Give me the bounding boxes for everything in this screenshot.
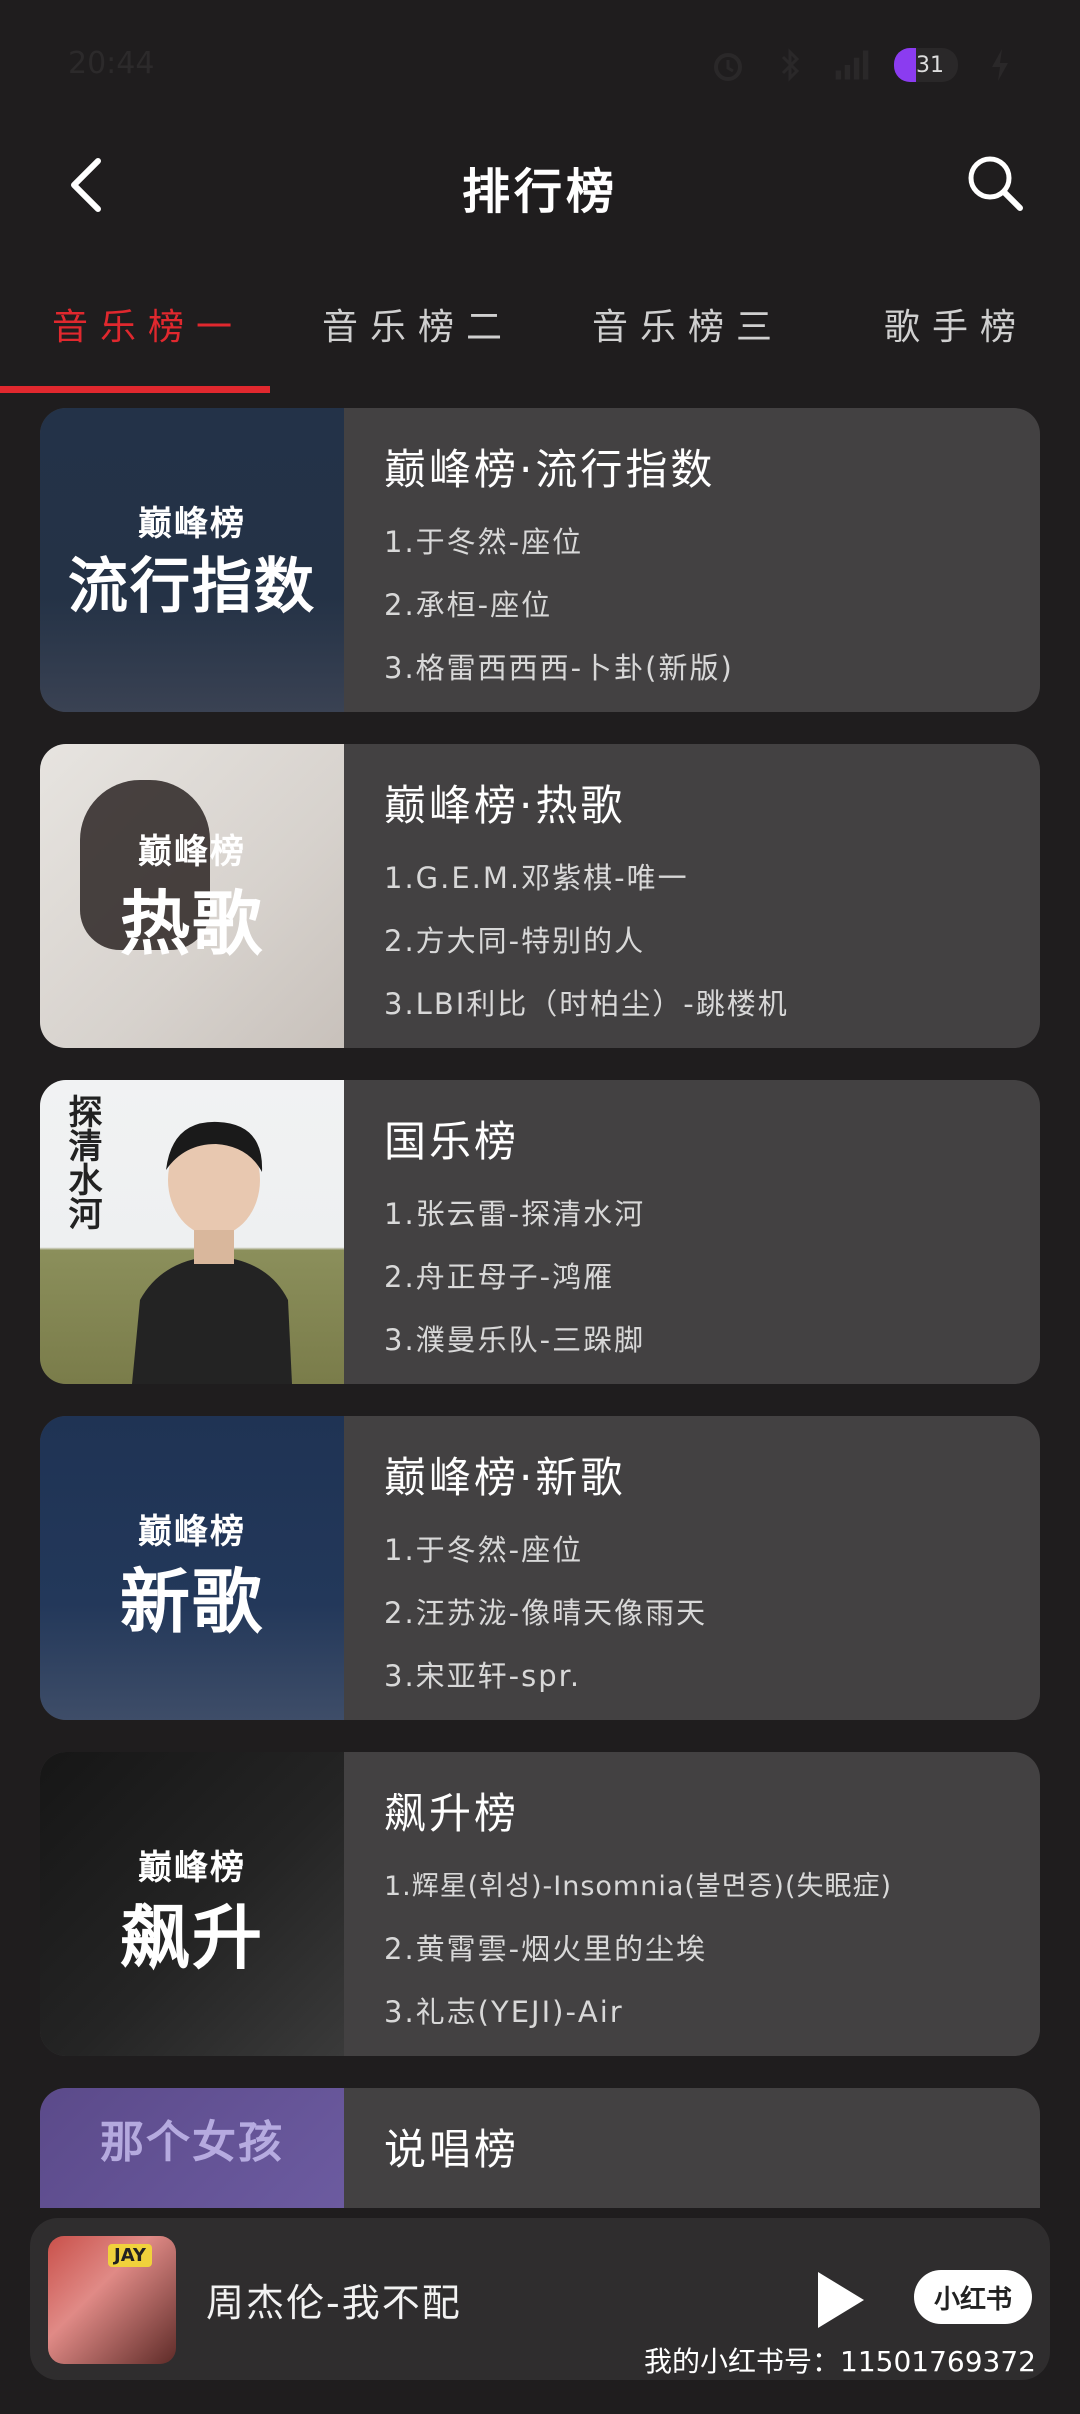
player-cover: JAY (48, 2236, 176, 2364)
chart-song: 1.辉星(휘성)-Insomnia(불면증)(失眠症) (384, 1871, 893, 1902)
battery-indicator: 31 (894, 48, 958, 82)
chart-cover: 那个女孩 (40, 2088, 344, 2208)
chart-song: 2.承桓-座位 (384, 588, 553, 622)
chart-song: 1.于冬然-座位 (384, 525, 584, 559)
chart-title: 说唱榜 (384, 2125, 520, 2174)
chart-song: 3.礼志(YEJI)-Air (384, 1995, 624, 2029)
chart-song: 2.舟正母子-鸿雁 (384, 1260, 615, 1294)
chart-card[interactable]: 巅峰榜 飙升 飙升榜 1.辉星(휘성)-Insomnia(불면증)(失眠症) 2… (40, 1752, 1040, 2056)
page-title: 排行榜 (461, 164, 618, 220)
status-bar: 20:44 31 (0, 0, 1080, 130)
chart-card[interactable]: 巅峰榜 流行指数 巅峰榜·流行指数 1.于冬然-座位 2.承桓-座位 3.格雷西… (40, 408, 1040, 712)
chart-cover: 巅峰榜 流行指数 (40, 408, 344, 712)
chart-card[interactable]: 那个女孩 说唱榜 (40, 2088, 1040, 2208)
chart-song: 3.濮曼乐队-三跺脚 (384, 1323, 646, 1357)
play-icon (818, 2272, 864, 2328)
chart-song: 3.格雷西西西-卜卦(新版) (384, 651, 734, 685)
top-bar: 排行榜 (0, 130, 1080, 240)
xiaohongshu-button[interactable]: 小红书 (914, 2270, 1032, 2324)
chart-card[interactable]: 探清水河 国乐榜 1.张云雷-探清水河 2.舟正母子-鸿雁 3.濮曼乐队-三跺脚 (40, 1080, 1040, 1384)
alarm-icon (708, 45, 748, 85)
player-song-title: 周杰伦-我不配 (206, 2281, 462, 2325)
search-button[interactable] (960, 148, 1030, 218)
chart-title: 巅峰榜·流行指数 (384, 445, 716, 494)
chart-info: 巅峰榜·新歌 1.于冬然-座位 2.汪苏泷-像晴天像雨天 3.宋亚轩-spr. (384, 1444, 1020, 1708)
tab-bar: 音乐榜一 音乐榜二 音乐榜三 歌手榜 (0, 260, 1080, 395)
chart-card[interactable]: 巅峰榜 新歌 巅峰榜·新歌 1.于冬然-座位 2.汪苏泷-像晴天像雨天 3.宋亚… (40, 1416, 1040, 1720)
chart-list: 巅峰榜 流行指数 巅峰榜·流行指数 1.于冬然-座位 2.承桓-座位 3.格雷西… (40, 408, 1040, 2240)
chart-info: 巅峰榜·热歌 1.G.E.M.邓紫棋-唯一 2.方大同-特别的人 3.LBI利比… (384, 772, 1020, 1036)
signal-icon (832, 45, 872, 85)
chart-card[interactable]: 巅峰榜 热歌 巅峰榜·热歌 1.G.E.M.邓紫棋-唯一 2.方大同-特别的人 … (40, 744, 1040, 1048)
chart-info: 巅峰榜·流行指数 1.于冬然-座位 2.承桓-座位 3.格雷西西西-卜卦(新版) (384, 436, 1020, 700)
tab-singer-chart[interactable]: 歌手榜 (884, 298, 1028, 350)
chart-song: 1.张云雷-探清水河 (384, 1197, 646, 1231)
chart-title: 飙升榜 (384, 1789, 520, 1838)
cover-label: 热歌 (120, 883, 264, 965)
chart-info: 飙升榜 1.辉星(휘성)-Insomnia(불면증)(失眠症) 2.黄霄雲-烟火… (384, 1780, 1020, 2044)
chart-cover: 探清水河 (40, 1080, 344, 1384)
chart-cover: 巅峰榜 飙升 (40, 1752, 344, 2056)
chart-info: 说唱榜 (384, 2116, 1020, 2191)
tab-music-chart-3[interactable]: 音乐榜三 (592, 298, 784, 350)
chart-title: 国乐榜 (384, 1117, 520, 1166)
chart-song: 1.G.E.M.邓紫棋-唯一 (384, 861, 689, 895)
chart-title: 巅峰榜·新歌 (384, 1453, 626, 1502)
tab-music-chart-2[interactable]: 音乐榜二 (322, 298, 514, 350)
cover-label: 新歌 (120, 1561, 264, 1643)
player-cover-badge: JAY (108, 2244, 152, 2267)
chart-song: 2.方大同-特别的人 (384, 924, 646, 958)
play-button[interactable] (800, 2260, 880, 2340)
chart-info: 国乐榜 1.张云雷-探清水河 2.舟正母子-鸿雁 3.濮曼乐队-三跺脚 (384, 1108, 1020, 1372)
cover-side-text: 探清水河 (62, 1094, 102, 1230)
watermark-text: 我的小红书号：11501769372 (644, 2345, 1036, 2378)
search-icon (968, 156, 1023, 211)
chart-cover: 巅峰榜 热歌 (40, 744, 344, 1048)
cover-label: 飙升 (120, 1897, 264, 1979)
cover-label: 那个女孩 (100, 2117, 284, 2168)
chart-song: 3.LBI利比（时柏尘）-跳楼机 (384, 987, 789, 1021)
chart-song: 3.宋亚轩-spr. (384, 1659, 582, 1693)
charging-icon (980, 45, 1020, 85)
chart-cover: 巅峰榜 新歌 (40, 1416, 344, 1720)
cover-label: 流行指数 (68, 552, 316, 622)
chart-song: 2.汪苏泷-像晴天像雨天 (384, 1596, 708, 1630)
chart-song: 1.于冬然-座位 (384, 1533, 584, 1567)
status-icons: 31 (708, 40, 1020, 90)
active-tab-indicator (0, 386, 270, 393)
chart-song: 2.黄霄雲-烟火里的尘埃 (384, 1932, 708, 1966)
cover-brand: 巅峰榜 (138, 832, 246, 872)
chart-title: 巅峰榜·热歌 (384, 781, 626, 830)
tab-music-chart-1[interactable]: 音乐榜一 (52, 298, 244, 350)
cover-portrait (132, 1121, 292, 1384)
bluetooth-icon (770, 45, 810, 85)
status-time: 20:44 (68, 46, 155, 81)
